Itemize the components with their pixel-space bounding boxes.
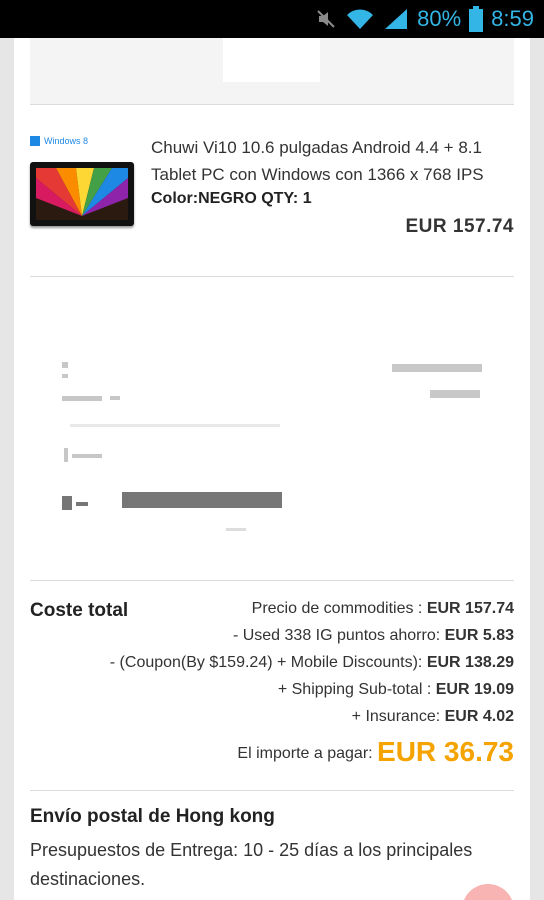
row-amount: EUR 19.09 <box>435 681 514 698</box>
row-amount: EUR 5.83 <box>444 627 514 644</box>
product-thumbnail[interactable] <box>30 162 134 226</box>
points-discount-row: - Used 338 IG puntos ahorro: EUR 5.83 <box>233 627 514 645</box>
battery-icon <box>469 6 484 32</box>
product-color-qty: Color:NEGRO QTY: 1 <box>151 190 312 207</box>
mute-icon <box>315 8 337 30</box>
shipping-subtotal-row: + Shipping Sub-total : EUR 19.09 <box>278 681 514 699</box>
row-label: + Shipping Sub-total : <box>277 681 436 698</box>
shipping-description: Presupuestos de Entrega: 10 - 25 días a … <box>30 840 473 889</box>
top-banner-placeholder <box>30 38 514 104</box>
order-summary-page: Windows 8 Chuwi Vi10 10.6 pulgadas Andro… <box>14 38 530 900</box>
row-amount: EUR 138.29 <box>426 654 514 671</box>
row-label: Precio de commodities : <box>251 600 427 617</box>
windows-logo-icon <box>30 136 40 146</box>
product-price: EUR 157.74 <box>405 216 514 237</box>
amount-to-pay-label: El importe a pagar: <box>237 745 378 762</box>
battery-percent: 80% <box>417 6 462 31</box>
divider <box>30 790 514 791</box>
divider <box>30 276 514 277</box>
signal-icon <box>383 7 409 31</box>
insurance-row: + Insurance: EUR 4.02 <box>352 708 514 726</box>
shipping-title: Envío postal de Hong kong <box>30 806 275 827</box>
shipping-section: Envío postal de Hong kong Presupuestos d… <box>30 806 514 894</box>
wifi-icon <box>345 7 375 31</box>
commodities-row: Precio de commodities : EUR 157.74 <box>252 600 514 618</box>
amount-to-pay-row: El importe a pagar: EUR 36.73 <box>237 736 514 768</box>
windows-badge-label: Windows 8 <box>44 136 89 146</box>
amount-to-pay-value: EUR 36.73 <box>377 736 514 767</box>
row-label: - (Coupon(By $159.24) + Mobile Discounts… <box>109 654 427 671</box>
clock: 8:59 <box>491 6 534 31</box>
divider <box>30 580 514 581</box>
product-title[interactable]: Chuwi Vi10 10.6 pulgadas Android 4.4 + 8… <box>151 134 521 188</box>
divider <box>30 104 514 105</box>
redacted-address-area <box>30 278 514 578</box>
row-amount: EUR 157.74 <box>426 600 514 617</box>
total-cost-label: Coste total <box>30 600 129 621</box>
row-label: - Used 338 IG puntos ahorro: <box>232 627 445 644</box>
coupon-discount-row: - (Coupon(By $159.24) + Mobile Discounts… <box>110 654 514 672</box>
row-label: + Insurance: <box>351 708 445 725</box>
windows-badge: Windows 8 <box>30 136 88 146</box>
row-amount: EUR 4.02 <box>444 708 514 725</box>
status-bar: 80% 8:59 <box>0 0 544 38</box>
